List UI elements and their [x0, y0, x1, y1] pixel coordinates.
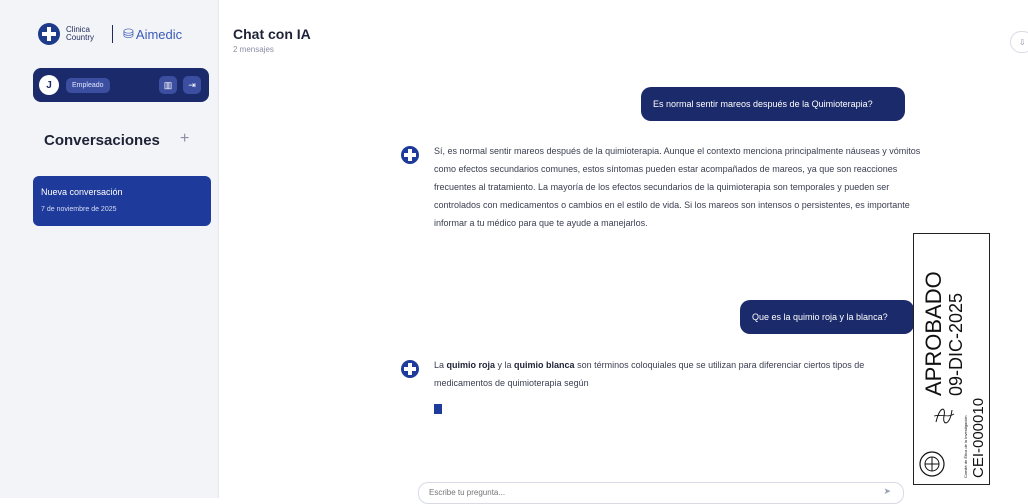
approval-stamp: APROBADO 09-DIC-2025 CEI-000010 Comité d… — [913, 233, 990, 485]
sidebar: Clinica Country ⛁ Aimedic J Empleado ▥ ⇥… — [0, 0, 219, 498]
stats-icon[interactable]: ▥ — [159, 76, 177, 94]
user-message: Es normal sentir mareos después de la Qu… — [641, 87, 905, 121]
user-message: Que es la quimio roja y la blanca? — [740, 300, 914, 334]
committee-label: Comité de Ética de la Investigación — [963, 415, 968, 478]
bold-term: quimio blanca — [514, 360, 575, 370]
clinic-name: Clinica Country — [66, 25, 95, 42]
message-input-box[interactable]: ➤ — [418, 482, 904, 504]
download-button[interactable]: ⇩ — [1010, 31, 1028, 53]
seal-icon — [919, 451, 945, 477]
conversations-heading: Conversaciones — [44, 132, 160, 149]
typing-cursor — [434, 404, 442, 414]
brand-divider — [112, 25, 113, 43]
stamp-status: APROBADO — [921, 271, 946, 396]
assistant-avatar-icon — [401, 146, 419, 164]
clinic-logo-icon — [38, 23, 60, 45]
conversation-date: 7 de noviembre de 2025 — [41, 206, 117, 213]
chat-header: Chat con IA 2 mensajes ⇩ — [219, 0, 1028, 66]
logout-icon[interactable]: ⇥ — [183, 76, 201, 94]
avatar[interactable]: J — [39, 75, 59, 95]
page-title: Chat con IA — [233, 26, 311, 42]
user-bar: J Empleado ▥ ⇥ — [33, 68, 209, 102]
message-text: La — [434, 360, 447, 370]
signature-icon — [933, 408, 955, 424]
message-count: 2 mensajes — [233, 45, 274, 54]
assistant-message: La quimio roja y la quimio blanca son té… — [434, 356, 912, 392]
message-input[interactable] — [427, 487, 871, 498]
aimedic-logo-icon: ⛁ — [123, 26, 134, 41]
conversation-item[interactable]: Nueva conversación 7 de noviembre de 202… — [33, 176, 211, 226]
partner-name: Aimedic — [135, 26, 183, 42]
stamp-date: 09-DIC-2025 — [946, 292, 966, 396]
new-conversation-button[interactable]: + — [180, 130, 189, 148]
stamp-code: CEI-000010 — [970, 397, 987, 478]
conversation-name: Nueva conversación — [41, 187, 123, 197]
bold-term: quimio roja — [446, 360, 496, 370]
send-icon[interactable]: ➤ — [883, 486, 891, 497]
assistant-message: Sí, es normal sentir mareos después de l… — [434, 146, 921, 228]
assistant-avatar-icon — [401, 360, 419, 378]
message-text: y la — [495, 360, 515, 370]
brand-header: Clinica Country ⛁ Aimedic — [38, 22, 182, 46]
role-badge: Empleado — [66, 77, 110, 93]
